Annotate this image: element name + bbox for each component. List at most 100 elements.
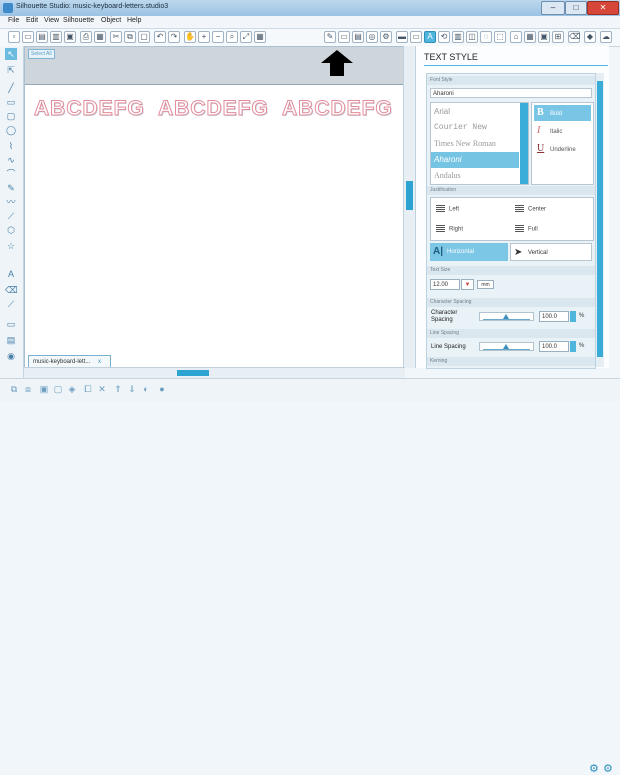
minimize-button[interactable]: – xyxy=(541,1,565,15)
character-spacing-spinner-icon[interactable] xyxy=(570,311,576,322)
orientation-horizontal-button[interactable]: A| Horizontal xyxy=(430,243,508,261)
ungroup-icon[interactable]: ⧈ xyxy=(22,383,34,395)
eraser-icon[interactable]: ⌫ xyxy=(568,31,580,43)
text-size-dropdown-icon[interactable]: ▼ xyxy=(461,279,474,290)
fit-to-page-icon[interactable]: ⤢ xyxy=(240,31,252,43)
justify-left-button[interactable]: Left xyxy=(436,205,459,213)
vertical-scroll-thumb[interactable] xyxy=(406,181,413,210)
line-tool-icon[interactable]: ╱ xyxy=(5,82,17,94)
font-item-times[interactable]: Times New Roman xyxy=(431,136,519,152)
curve-tool-icon[interactable]: ∿ xyxy=(5,154,17,166)
offset-icon[interactable]: ◌ xyxy=(480,31,492,43)
settings-icon[interactable]: ▦ xyxy=(524,31,536,43)
new-document-icon[interactable]: ▫ xyxy=(8,31,20,43)
knife-icon[interactable]: ◆ xyxy=(584,31,596,43)
font-list-scrollbar[interactable] xyxy=(520,103,528,184)
cut-settings-icon[interactable]: ⚙ xyxy=(380,31,392,43)
line-spacing-spinner-icon[interactable] xyxy=(570,341,576,352)
modify-icon[interactable]: ◫ xyxy=(466,31,478,43)
grid-settings-icon[interactable]: ▤ xyxy=(352,31,364,43)
gear-icon[interactable]: ⚙ xyxy=(589,762,599,775)
edit-points-icon[interactable]: ⇱ xyxy=(5,64,17,76)
rectangle-tool-icon[interactable]: ▭ xyxy=(5,96,17,108)
justify-center-button[interactable]: Center xyxy=(515,205,546,213)
open-icon[interactable]: ▭ xyxy=(22,31,34,43)
redo-icon[interactable]: ↷ xyxy=(168,31,180,43)
justify-right-button[interactable]: Right xyxy=(436,225,463,233)
font-search-input[interactable]: Aharoni xyxy=(430,88,592,98)
orientation-vertical-button[interactable]: ➤ Vertical xyxy=(510,243,592,261)
menu-silhouette[interactable]: Silhouette xyxy=(63,17,94,24)
letter-set-1[interactable]: ABCDEFG xyxy=(34,97,145,121)
arc-tool-icon[interactable]: ⌒ xyxy=(5,168,17,180)
justify-full-button[interactable]: Full xyxy=(515,225,538,233)
menu-file[interactable]: File xyxy=(8,17,19,24)
bold-style-button[interactable]: B Bold xyxy=(534,105,591,121)
media-icon[interactable]: ⊞ xyxy=(552,31,564,43)
character-spacing-slider[interactable] xyxy=(479,312,534,321)
send-to-silhouette-icon[interactable]: ▦ xyxy=(94,31,106,43)
design-store-icon[interactable]: ▤ xyxy=(5,334,17,346)
print-icon[interactable]: ⎙ xyxy=(80,31,92,43)
horizontal-scroll-thumb[interactable] xyxy=(177,370,209,376)
page-setup-icon[interactable]: ▭ xyxy=(338,31,350,43)
preferences-icon[interactable]: ⚙ xyxy=(603,762,613,775)
group-icon[interactable]: ⧉ xyxy=(8,383,20,395)
delete-icon[interactable]: ✕ xyxy=(96,383,108,395)
document-tab[interactable]: music-keyboard-lett... x xyxy=(28,355,111,367)
layers-icon[interactable]: ▣ xyxy=(538,31,550,43)
maximize-button[interactable]: □ xyxy=(565,1,587,15)
undo-icon[interactable]: ↶ xyxy=(154,31,166,43)
store-icon[interactable]: ▥ xyxy=(50,31,62,43)
menu-edit[interactable]: Edit xyxy=(26,17,38,24)
eraser-tool-icon[interactable]: ⌫ xyxy=(5,284,18,296)
font-list[interactable]: Arial Courier New Times New Roman Aharon… xyxy=(430,102,529,185)
hexagon-tool-icon[interactable]: ⬡ xyxy=(5,224,17,236)
text-size-input[interactable]: 12.00 xyxy=(430,279,460,290)
text-tool-icon[interactable]: A xyxy=(5,268,17,280)
fill-color-icon[interactable]: ▬ xyxy=(396,31,408,43)
cloud-icon[interactable]: ☁ xyxy=(600,31,612,43)
panel-scroll-thumb[interactable] xyxy=(597,81,603,357)
rounded-rectangle-icon[interactable]: ▢ xyxy=(5,110,17,122)
ellipse-tool-icon[interactable]: ◯ xyxy=(5,124,17,136)
compound-icon[interactable]: ▣ xyxy=(38,383,50,395)
knife-tool-icon[interactable]: ⟋ xyxy=(5,298,17,310)
menu-view[interactable]: View xyxy=(44,17,59,24)
draw-icon[interactable]: ✎ xyxy=(324,31,336,43)
paste-icon[interactable]: ▢ xyxy=(138,31,150,43)
document-tab-close-icon[interactable]: x xyxy=(98,359,101,365)
freehand-tool-icon[interactable]: ✎ xyxy=(5,182,17,194)
text-style-icon[interactable]: A xyxy=(424,31,436,43)
letter-set-3[interactable]: ABCDEFG xyxy=(282,97,393,121)
zoom-select-icon[interactable]: ⌕ xyxy=(226,31,238,43)
copy-icon[interactable]: ⧉ xyxy=(124,31,136,43)
font-item-aharoni[interactable]: Aharoni xyxy=(431,152,519,168)
italic-style-button[interactable]: I Italic xyxy=(534,123,591,139)
pencil-tool-icon[interactable]: ⟋ xyxy=(5,210,17,222)
canvas-vertical-scrollbar[interactable] xyxy=(403,46,415,368)
canvas-horizontal-scrollbar[interactable] xyxy=(24,367,405,378)
close-window-button[interactable]: ✕ xyxy=(587,1,619,15)
weld-icon[interactable]: ◈ xyxy=(66,383,78,395)
mirror-icon[interactable]: ◐ xyxy=(140,383,152,395)
underline-style-button[interactable]: U Underline xyxy=(534,141,591,157)
zoom-out-icon[interactable]: − xyxy=(212,31,224,43)
send-back-icon[interactable]: ⇓ xyxy=(126,383,138,395)
cut-icon[interactable]: ✂ xyxy=(110,31,122,43)
slider-knob[interactable] xyxy=(503,314,509,319)
page-view-icon[interactable]: ▭ xyxy=(5,318,17,330)
select-tool-icon[interactable]: ↖ xyxy=(5,48,17,60)
bring-front-icon[interactable]: ⇑ xyxy=(112,383,124,395)
trace-icon[interactable]: ⬚ xyxy=(494,31,506,43)
font-item-arial[interactable]: Arial xyxy=(431,104,519,120)
grid-view-icon[interactable]: ▦ xyxy=(254,31,266,43)
save-icon[interactable]: ▣ xyxy=(64,31,76,43)
polygon-tool-icon[interactable]: ⌇ xyxy=(5,140,17,152)
replicate-icon[interactable]: ▥ xyxy=(452,31,464,43)
line-spacing-slider[interactable] xyxy=(479,342,534,351)
character-spacing-input[interactable]: 100.0 xyxy=(539,311,569,322)
star-tool-icon[interactable]: ☆ xyxy=(5,240,17,252)
font-item-andalus[interactable]: Andalus xyxy=(431,168,519,184)
registration-icon[interactable]: ◎ xyxy=(366,31,378,43)
